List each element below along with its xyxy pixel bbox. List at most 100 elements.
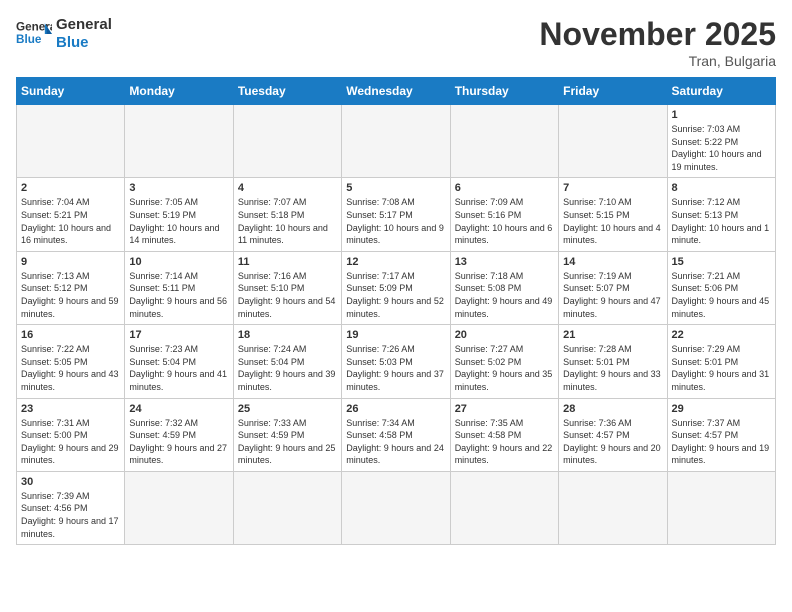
calendar-cell	[125, 471, 233, 544]
weekday-header-saturday: Saturday	[667, 78, 775, 105]
calendar-cell: 15 Sunrise: 7:21 AMSunset: 5:06 PMDayligh…	[667, 251, 775, 324]
day-number: 15	[672, 256, 771, 268]
calendar-cell: 20Sunrise: 7:27 AMSunset: 5:02 PMDayligh…	[450, 325, 558, 398]
calendar-cell: 10 Sunrise: 7:14 AMSunset: 5:11 PMDayligh…	[125, 251, 233, 324]
day-number: 24	[129, 403, 228, 415]
day-number: 28	[563, 403, 662, 415]
day-number: 29	[672, 403, 771, 415]
calendar-cell	[342, 105, 450, 178]
calendar-cell: 3 Sunrise: 7:05 AMSunset: 5:19 PMDaylight…	[125, 178, 233, 251]
calendar-cell: 4Sunrise: 7:07 AMSunset: 5:18 PMDaylight…	[233, 178, 341, 251]
calendar-cell: 21Sunrise: 7:28 AMSunset: 5:01 PMDayligh…	[559, 325, 667, 398]
calendar-cell: 24Sunrise: 7:32 AMSunset: 4:59 PMDayligh…	[125, 398, 233, 471]
day-info: Sunrise: 7:28 AMSunset: 5:01 PMDaylight:…	[563, 343, 662, 393]
svg-text:Blue: Blue	[16, 33, 42, 46]
weekday-header-thursday: Thursday	[450, 78, 558, 105]
day-number: 26	[346, 403, 445, 415]
calendar-cell: 16 Sunrise: 7:22 AMSunset: 5:05 PMDayligh…	[17, 325, 125, 398]
logo-icon: General Blue	[16, 16, 52, 52]
weekday-header-monday: Monday	[125, 78, 233, 105]
calendar-cell	[342, 471, 450, 544]
calendar-cell: 6 Sunrise: 7:09 AMSunset: 5:16 PMDaylight…	[450, 178, 558, 251]
title-block: November 2025 Tran, Bulgaria	[539, 16, 776, 69]
day-number: 14	[563, 256, 662, 268]
day-info: Sunrise: 7:16 AMSunset: 5:10 PMDaylight:…	[238, 270, 337, 320]
day-info: Sunrise: 7:31 AMSunset: 5:00 PMDaylight:…	[21, 417, 120, 467]
day-number: 9	[21, 256, 120, 268]
page-header: General Blue General Blue November 2025 …	[16, 16, 776, 69]
calendar-cell: 28 Sunrise: 7:36 AMSunset: 4:57 PMDayligh…	[559, 398, 667, 471]
calendar-cell	[559, 471, 667, 544]
day-number: 10	[129, 256, 228, 268]
day-number: 27	[455, 403, 554, 415]
calendar-cell: 8Sunrise: 7:12 AMSunset: 5:13 PMDaylight…	[667, 178, 775, 251]
day-number: 17	[129, 329, 228, 341]
day-info: Sunrise: 7:33 AMSunset: 4:59 PMDaylight:…	[238, 417, 337, 467]
calendar-cell: 13Sunrise: 7:18 AMSunset: 5:08 PMDayligh…	[450, 251, 558, 324]
day-number: 22	[672, 329, 771, 341]
day-number: 23	[21, 403, 120, 415]
calendar-cell	[667, 471, 775, 544]
calendar-cell: 18 Sunrise: 7:24 AMSunset: 5:04 PMDayligh…	[233, 325, 341, 398]
day-info: Sunrise: 7:35 AMSunset: 4:58 PMDaylight:…	[455, 417, 554, 467]
day-info: Sunrise: 7:14 AMSunset: 5:11 PMDaylight:…	[129, 270, 228, 320]
calendar-cell: 30 Sunrise: 7:39 AMSunset: 4:56 PMDayligh…	[17, 471, 125, 544]
day-info: Sunrise: 7:36 AMSunset: 4:57 PMDaylight:…	[563, 417, 662, 467]
calendar-cell: 11Sunrise: 7:16 AMSunset: 5:10 PMDayligh…	[233, 251, 341, 324]
day-info: Sunrise: 7:37 AMSunset: 4:57 PMDaylight:…	[672, 417, 771, 467]
day-info: Sunrise: 7:27 AMSunset: 5:02 PMDaylight:…	[455, 343, 554, 393]
day-number: 2	[21, 182, 120, 194]
calendar-cell	[125, 105, 233, 178]
calendar-cell: 1 Sunrise: 7:03 AMSunset: 5:22 PMDaylight…	[667, 105, 775, 178]
calendar-cell: 19 Sunrise: 7:26 AMSunset: 5:03 PMDayligh…	[342, 325, 450, 398]
calendar-cell: 22 Sunrise: 7:29 AMSunset: 5:01 PMDayligh…	[667, 325, 775, 398]
logo: General Blue General Blue	[16, 16, 112, 52]
calendar-cell: 7Sunrise: 7:10 AMSunset: 5:15 PMDaylight…	[559, 178, 667, 251]
weekday-header-wednesday: Wednesday	[342, 78, 450, 105]
calendar-week-row: 23 Sunrise: 7:31 AMSunset: 5:00 PMDayligh…	[17, 398, 776, 471]
calendar-cell: 2Sunrise: 7:04 AMSunset: 5:21 PMDaylight…	[17, 178, 125, 251]
calendar-week-row: 30 Sunrise: 7:39 AMSunset: 4:56 PMDayligh…	[17, 471, 776, 544]
day-number: 25	[238, 403, 337, 415]
day-info: Sunrise: 7:19 AMSunset: 5:07 PMDaylight:…	[563, 270, 662, 320]
day-info: Sunrise: 7:09 AMSunset: 5:16 PMDaylight:…	[455, 196, 554, 246]
day-info: Sunrise: 7:05 AMSunset: 5:19 PMDaylight:…	[129, 196, 228, 246]
day-number: 19	[346, 329, 445, 341]
day-info: Sunrise: 7:21 AMSunset: 5:06 PMDaylight:…	[672, 270, 771, 320]
calendar-cell	[450, 105, 558, 178]
day-number: 3	[129, 182, 228, 194]
calendar-cell: 17 Sunrise: 7:23 AMSunset: 5:04 PMDayligh…	[125, 325, 233, 398]
calendar-cell: 25 Sunrise: 7:33 AMSunset: 4:59 PMDayligh…	[233, 398, 341, 471]
day-number: 5	[346, 182, 445, 194]
day-info: Sunrise: 7:34 AMSunset: 4:58 PMDaylight:…	[346, 417, 445, 467]
calendar-cell	[233, 471, 341, 544]
day-number: 7	[563, 182, 662, 194]
day-info: Sunrise: 7:07 AMSunset: 5:18 PMDaylight:…	[238, 196, 337, 246]
calendar-header-row: SundayMondayTuesdayWednesdayThursdayFrid…	[17, 78, 776, 105]
day-number: 1	[672, 109, 771, 121]
calendar-cell: 9 Sunrise: 7:13 AMSunset: 5:12 PMDaylight…	[17, 251, 125, 324]
day-info: Sunrise: 7:24 AMSunset: 5:04 PMDaylight:…	[238, 343, 337, 393]
calendar-week-row: 9 Sunrise: 7:13 AMSunset: 5:12 PMDaylight…	[17, 251, 776, 324]
day-info: Sunrise: 7:03 AMSunset: 5:22 PMDaylight:…	[672, 123, 771, 173]
day-number: 30	[21, 476, 120, 488]
day-number: 16	[21, 329, 120, 341]
weekday-header-tuesday: Tuesday	[233, 78, 341, 105]
logo-blue: Blue	[56, 34, 112, 52]
day-info: Sunrise: 7:29 AMSunset: 5:01 PMDaylight:…	[672, 343, 771, 393]
calendar-cell: 29 Sunrise: 7:37 AMSunset: 4:57 PMDayligh…	[667, 398, 775, 471]
day-info: Sunrise: 7:22 AMSunset: 5:05 PMDaylight:…	[21, 343, 120, 393]
calendar-cell: 27 Sunrise: 7:35 AMSunset: 4:58 PMDayligh…	[450, 398, 558, 471]
month-title: November 2025	[539, 16, 776, 53]
day-info: Sunrise: 7:39 AMSunset: 4:56 PMDaylight:…	[21, 490, 120, 540]
weekday-header-sunday: Sunday	[17, 78, 125, 105]
day-info: Sunrise: 7:12 AMSunset: 5:13 PMDaylight:…	[672, 196, 771, 246]
calendar-cell: 23 Sunrise: 7:31 AMSunset: 5:00 PMDayligh…	[17, 398, 125, 471]
calendar-cell: 26 Sunrise: 7:34 AMSunset: 4:58 PMDayligh…	[342, 398, 450, 471]
day-number: 6	[455, 182, 554, 194]
calendar-week-row: 16 Sunrise: 7:22 AMSunset: 5:05 PMDayligh…	[17, 325, 776, 398]
day-number: 18	[238, 329, 337, 341]
day-info: Sunrise: 7:13 AMSunset: 5:12 PMDaylight:…	[21, 270, 120, 320]
day-info: Sunrise: 7:23 AMSunset: 5:04 PMDaylight:…	[129, 343, 228, 393]
day-info: Sunrise: 7:26 AMSunset: 5:03 PMDaylight:…	[346, 343, 445, 393]
